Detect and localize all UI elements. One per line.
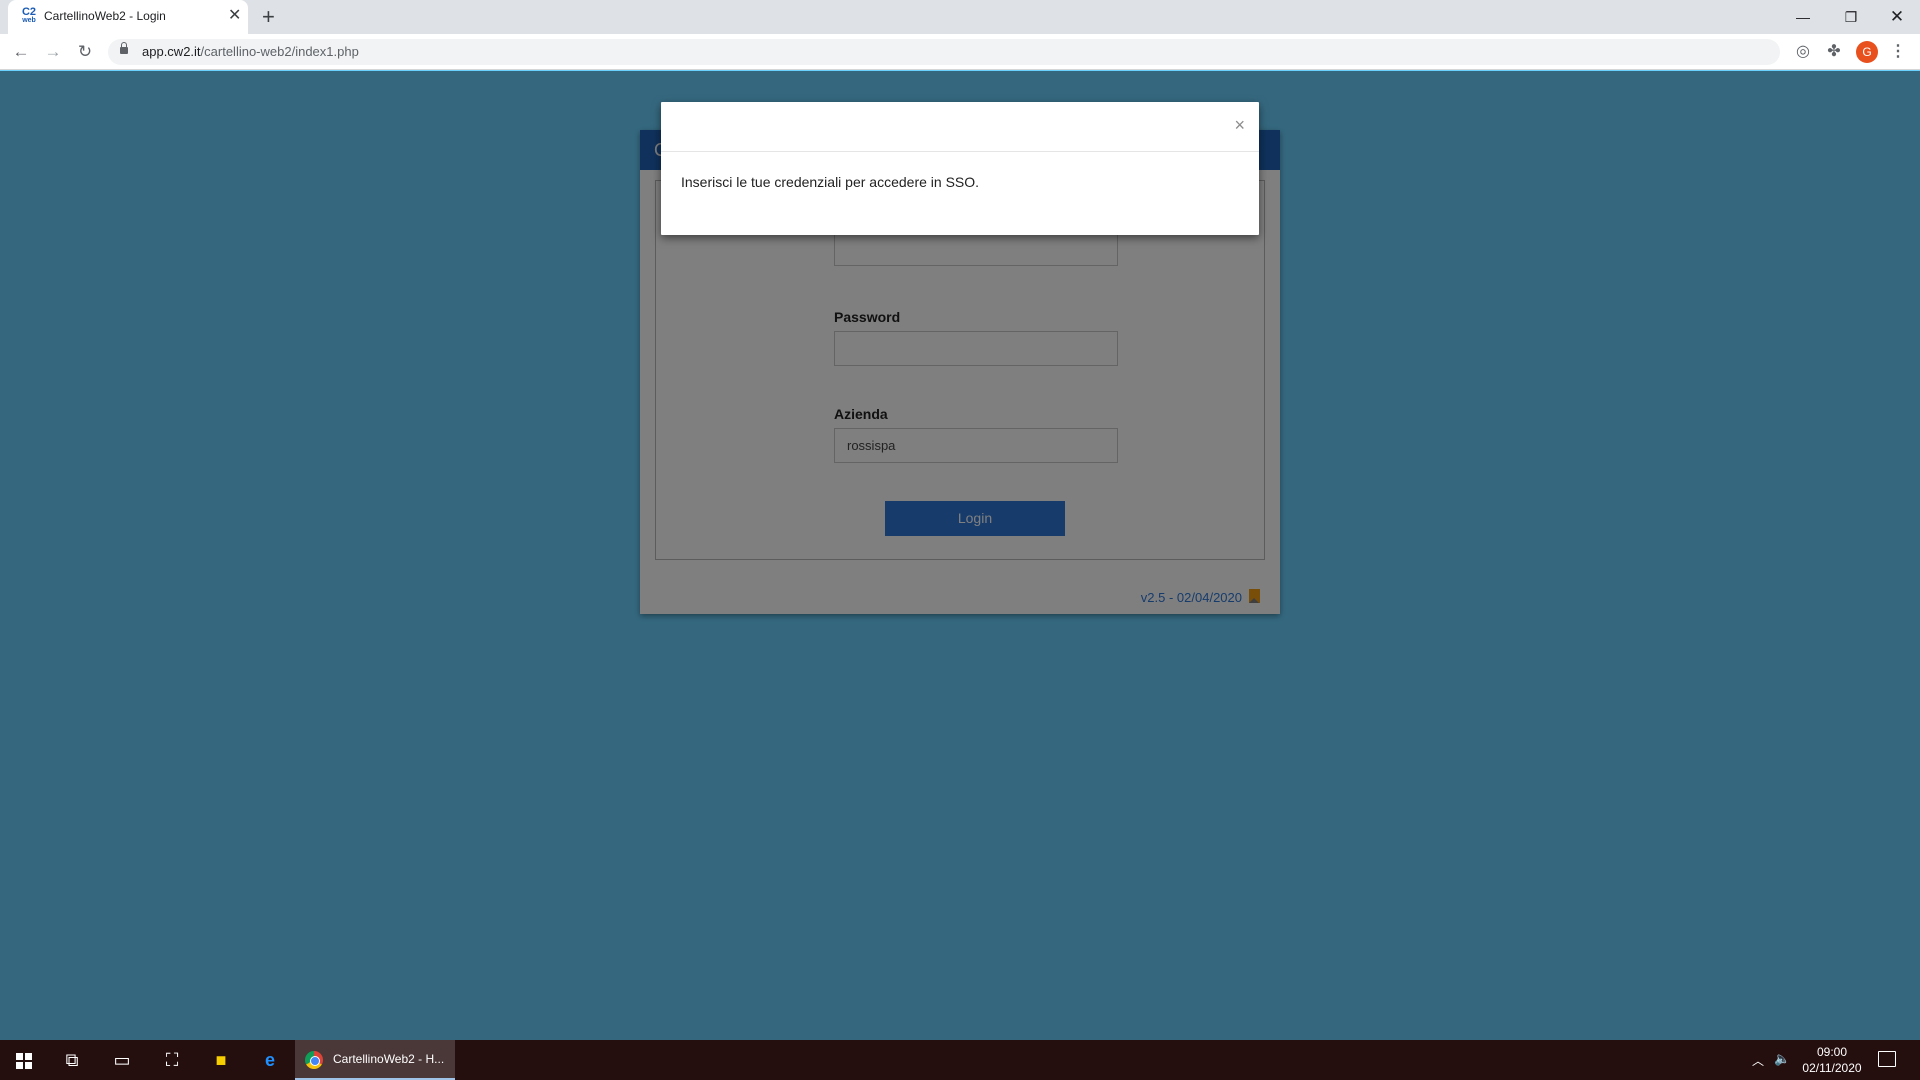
- chrome-icon: [305, 1051, 323, 1069]
- modal-message: Inserisci le tue credenziali per acceder…: [681, 174, 980, 190]
- taskbar-clock[interactable]: 09:00 02/11/2020: [1796, 1044, 1868, 1076]
- taskbar-app-label: CartellinoWeb2 - H...: [333, 1052, 445, 1066]
- url-text[interactable]: app.cw2.it/cartellino-web2/index1.php: [142, 44, 359, 59]
- forward-arrow-icon[interactable]: →: [41, 40, 65, 64]
- sso-modal: × Inserisci le tue credenziali per acced…: [661, 102, 1259, 235]
- browser-menu-icon[interactable]: ⋮: [1886, 40, 1910, 64]
- back-arrow-icon[interactable]: ←: [9, 40, 33, 64]
- tab-close-icon[interactable]: ✕: [228, 7, 241, 25]
- close-icon[interactable]: ×: [1234, 115, 1245, 135]
- volume-icon[interactable]: 🔈: [1774, 1051, 1790, 1067]
- puzzle-icon[interactable]: ✤: [1822, 40, 1846, 64]
- clock-date: 02/11/2020: [1802, 1061, 1862, 1075]
- store-icon[interactable]: ⛶: [148, 1040, 196, 1080]
- tab-strip: C2 web CartellinoWeb2 - Login ✕ + — ❐ ✕: [0, 0, 1920, 34]
- clock-time: 09:00: [1816, 1045, 1848, 1059]
- sticky-notes-icon[interactable]: ■: [197, 1040, 245, 1080]
- browser-tab[interactable]: C2 web CartellinoWeb2 - Login ✕: [8, 0, 248, 34]
- new-tab-button[interactable]: +: [262, 4, 275, 30]
- taskbar: ⧉ ▭ ⛶ ■ e CartellinoWeb2 - H... ︿ 🔈 09:0…: [0, 1040, 1920, 1080]
- favicon-subtext: web: [22, 17, 36, 24]
- browser-toolbar: ← → ↻ app.cw2.it/cartellino-web2/index1.…: [0, 34, 1920, 70]
- tray-expand-icon[interactable]: ︿: [1752, 1052, 1764, 1069]
- reload-icon[interactable]: ↻: [73, 40, 97, 64]
- url-host: app.cw2.it: [142, 44, 201, 59]
- lock-icon[interactable]: [120, 42, 128, 54]
- taskbar-chrome-app[interactable]: CartellinoWeb2 - H...: [295, 1040, 455, 1080]
- modal-header: ×: [661, 102, 1259, 152]
- site-favicon-icon: C2 web: [20, 7, 38, 25]
- terminal-icon[interactable]: ▭: [98, 1040, 146, 1080]
- extension-icon[interactable]: ◎: [1791, 40, 1815, 64]
- window-restore-button[interactable]: ❐: [1828, 4, 1874, 30]
- window-minimize-button[interactable]: —: [1780, 4, 1826, 30]
- url-path: /cartellino-web2/index1.php: [200, 44, 359, 59]
- task-view-icon[interactable]: ⧉: [48, 1040, 96, 1080]
- tab-title: CartellinoWeb2 - Login: [44, 9, 166, 23]
- profile-avatar[interactable]: G: [1856, 41, 1878, 63]
- window-close-button[interactable]: ✕: [1874, 4, 1920, 30]
- edge-browser-icon[interactable]: e: [246, 1040, 294, 1080]
- address-bar[interactable]: app.cw2.it/cartellino-web2/index1.php ☆: [108, 39, 1872, 65]
- notification-icon[interactable]: [1878, 1051, 1896, 1067]
- windows-start-icon[interactable]: [0, 1040, 48, 1080]
